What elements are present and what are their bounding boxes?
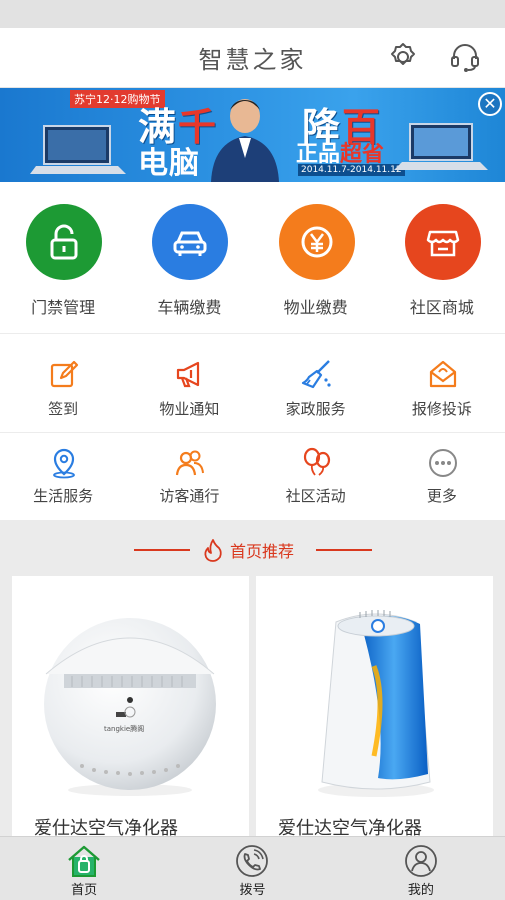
tab-label: 拨号 [239, 883, 266, 898]
customer-service-headset-icon[interactable] [448, 40, 482, 74]
service-vehicle-payment[interactable]: 车辆缴费 [126, 182, 252, 334]
tab-label: 首页 [71, 883, 98, 898]
service-label: 家政服务 [285, 400, 346, 418]
service-property-payment[interactable]: 物业缴费 [253, 182, 379, 334]
service-label: 门禁管理 [31, 298, 96, 317]
divider [316, 549, 372, 551]
service-label: 物业缴费 [283, 298, 348, 317]
service-door-access[interactable]: 门禁管理 [0, 182, 126, 334]
profile-icon [404, 845, 437, 877]
phone-icon [236, 845, 269, 877]
product-name: 爱仕达空气净化器 [34, 818, 178, 838]
tab-home[interactable]: 首页 [0, 837, 168, 900]
service-more[interactable]: 更多 [379, 433, 505, 520]
home-icon [68, 845, 100, 877]
service-label: 报修投诉 [411, 400, 472, 418]
laptop-image [30, 125, 126, 174]
bottom-tab-bar: 首页 拨号 我的 [0, 836, 505, 900]
balloons-icon [303, 447, 330, 476]
service-label: 签到 [48, 400, 79, 418]
fire-icon [204, 539, 222, 562]
air-purifier-sphere-image: tangkie腾阁 [44, 618, 216, 796]
yen-icon [278, 204, 355, 280]
service-label: 物业通知 [159, 400, 220, 418]
service-property-notice[interactable]: 物业通知 [126, 334, 252, 432]
product-card[interactable]: tangkie腾阁 爱仕达空气净化器 [12, 576, 249, 838]
sub-services-row: 生活服务 访客通行 社区活动 更多 [0, 433, 505, 520]
sub-services-row: 签到 物业通知 家政服务 报修投诉 [0, 334, 505, 433]
divider [134, 549, 190, 551]
service-label: 更多 [426, 487, 457, 505]
service-label: 车辆缴费 [157, 298, 222, 317]
tab-label: 我的 [407, 883, 434, 898]
service-label: 访客通行 [159, 487, 220, 505]
page-title: 智慧之家 [198, 46, 307, 74]
laptop-image [394, 123, 488, 170]
settings-gear-icon[interactable] [386, 40, 420, 74]
air-purifier-tower-image [318, 610, 434, 797]
store-icon [404, 204, 481, 280]
main-services-grid: 门禁管理 车辆缴费 物业缴费 社区商城 [0, 182, 505, 334]
visitors-icon [176, 450, 205, 476]
edit-icon [50, 360, 79, 388]
product-name: 爱仕达空气净化器 [278, 818, 422, 838]
service-repair-complaint[interactable]: 报修投诉 [379, 334, 505, 432]
lock-icon [26, 204, 102, 280]
service-label: 社区活动 [285, 487, 346, 505]
status-bar [0, 0, 505, 28]
envelope-icon [429, 360, 456, 388]
car-icon [152, 204, 229, 280]
service-label: 生活服务 [33, 487, 94, 505]
spokesperson-image [211, 99, 279, 182]
service-community-events[interactable]: 社区活动 [253, 433, 379, 520]
tab-profile[interactable]: 我的 [337, 837, 505, 900]
service-label: 社区商城 [409, 298, 474, 317]
location-icon [53, 448, 75, 479]
service-check-in[interactable]: 签到 [0, 334, 126, 432]
megaphone-icon [177, 361, 200, 388]
recommend-section: 首页推荐 tangkie腾阁 爱仕达空气净化器 爱仕达空气净化器 [0, 520, 505, 838]
service-life[interactable]: 生活服务 [0, 433, 126, 520]
service-visitor-pass[interactable]: 访客通行 [126, 433, 252, 520]
broom-icon [301, 360, 331, 389]
product-logo: tangkie腾阁 [104, 724, 144, 733]
banner-close-icon[interactable]: ✕ [478, 92, 502, 116]
banner-date: 2014.11.7-2014.11.12 [298, 164, 405, 176]
recommend-header: 首页推荐 [0, 536, 505, 564]
banner-subheadline: 电脑 [138, 146, 200, 181]
promo-banner[interactable]: 苏宁12·12购物节 满千 降百 电脑 正品超省 2014.11.7-2014.1… [0, 88, 505, 182]
recommend-title: 首页推荐 [230, 542, 295, 561]
product-card[interactable]: 爱仕达空气净化器 [256, 576, 493, 838]
tab-dial[interactable]: 拨号 [168, 837, 336, 900]
service-housekeeping[interactable]: 家政服务 [253, 334, 379, 432]
more-icon [428, 449, 457, 477]
service-community-mall[interactable]: 社区商城 [379, 182, 505, 334]
app-header: 智慧之家 [0, 28, 505, 88]
